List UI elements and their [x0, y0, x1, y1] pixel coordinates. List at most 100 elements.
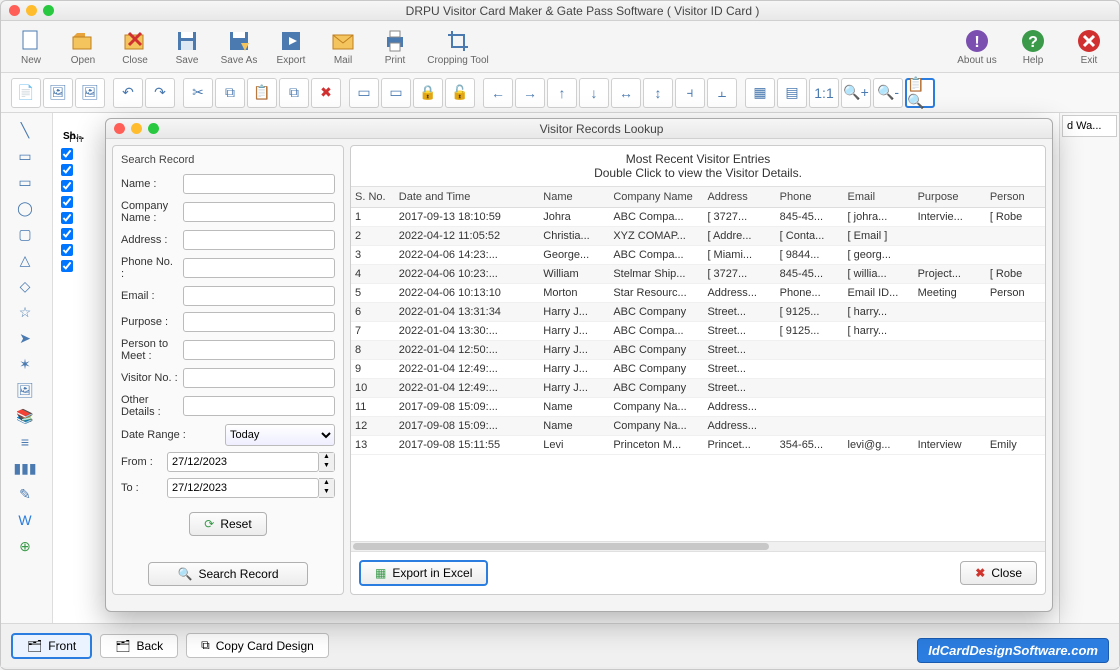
daterange-select[interactable]: Today: [225, 424, 335, 446]
send-back-icon[interactable]: ▭: [381, 78, 411, 108]
align-tool-icon[interactable]: ≡: [5, 431, 45, 453]
add-tool-icon[interactable]: ⊕: [5, 535, 45, 557]
table-row[interactable]: 52022-04-06 10:13:10MortonStar Resourc..…: [351, 284, 1045, 303]
lock-icon[interactable]: 🔒: [413, 78, 443, 108]
phone-input[interactable]: [183, 258, 335, 278]
print-button[interactable]: Print: [371, 23, 419, 71]
paste-icon[interactable]: 📋: [247, 78, 277, 108]
undo-icon[interactable]: ↶: [113, 78, 143, 108]
shape-cb-4[interactable]: [61, 196, 73, 208]
table-row[interactable]: 72022-01-04 13:30:...Harry J...ABC Compa…: [351, 322, 1045, 341]
table-row[interactable]: 122017-09-08 15:09:...NameCompany Na...A…: [351, 417, 1045, 436]
column-header[interactable]: Email: [844, 187, 914, 208]
dialog-maximize-icon[interactable]: [148, 123, 159, 134]
triangle-tool-icon[interactable]: △: [5, 249, 45, 271]
to-stepper[interactable]: ▲▼: [319, 478, 335, 498]
column-header[interactable]: S. No.: [351, 187, 395, 208]
from-date-input[interactable]: [167, 452, 319, 472]
horizontal-scrollbar[interactable]: [351, 541, 1045, 551]
table-row[interactable]: 12017-09-13 18:10:59JohraABC Compa...[ 3…: [351, 208, 1045, 227]
bring-front-icon[interactable]: ▭: [349, 78, 379, 108]
table-row[interactable]: 62022-01-04 13:31:34Harry J...ABC Compan…: [351, 303, 1045, 322]
align-center-h-icon[interactable]: ↔: [611, 78, 641, 108]
new-button[interactable]: New: [7, 23, 55, 71]
table-row[interactable]: 92022-01-04 12:49:...Harry J...ABC Compa…: [351, 360, 1045, 379]
text-tool-icon[interactable]: ▭: [5, 145, 45, 167]
close-dialog-button[interactable]: ✖Close: [960, 561, 1037, 585]
to-date-input[interactable]: [167, 478, 319, 498]
star-tool-icon[interactable]: ☆: [5, 301, 45, 323]
distribute-v-icon[interactable]: ⫠: [707, 78, 737, 108]
from-stepper[interactable]: ▲▼: [319, 452, 335, 472]
diamond-tool-icon[interactable]: ◇: [5, 275, 45, 297]
ruler-icon[interactable]: ▤: [777, 78, 807, 108]
column-header[interactable]: Name: [539, 187, 609, 208]
copy-card-button[interactable]: ⧉Copy Card Design: [186, 633, 329, 658]
purpose-input[interactable]: [183, 312, 335, 332]
column-header[interactable]: Person: [986, 187, 1045, 208]
align-right-icon[interactable]: →: [515, 78, 545, 108]
zoom-out-icon[interactable]: 🔍-: [873, 78, 903, 108]
ellipse-tool-icon[interactable]: ◯: [5, 197, 45, 219]
minimize-window-icon[interactable]: [26, 5, 37, 16]
column-header[interactable]: Address: [703, 187, 775, 208]
signature-tool-icon[interactable]: ✎: [5, 483, 45, 505]
column-header[interactable]: Phone: [776, 187, 844, 208]
table-row[interactable]: 32022-04-06 14:23:...George...ABC Compa.…: [351, 246, 1045, 265]
column-header[interactable]: Company Name: [609, 187, 703, 208]
other-input[interactable]: [183, 396, 335, 416]
align-bottom-icon[interactable]: ↓: [579, 78, 609, 108]
visitor-lookup-icon[interactable]: 📋🔍: [905, 78, 935, 108]
rounded-rect-tool-icon[interactable]: ▢: [5, 223, 45, 245]
shape-cb-2[interactable]: [61, 164, 73, 176]
mail-button[interactable]: Mail: [319, 23, 367, 71]
dialog-minimize-icon[interactable]: [131, 123, 142, 134]
shape-cb-5[interactable]: [61, 212, 73, 224]
shape-cb-1[interactable]: [61, 148, 73, 160]
shape-cb-3[interactable]: [61, 180, 73, 192]
table-row[interactable]: 102022-01-04 12:49:...Harry J...ABC Comp…: [351, 379, 1045, 398]
duplicate-icon[interactable]: ⧉: [279, 78, 309, 108]
reset-button[interactable]: ⟳Reset: [189, 512, 266, 536]
close-window-icon[interactable]: [9, 5, 20, 16]
open-button[interactable]: Open: [59, 23, 107, 71]
cut-icon[interactable]: ✂: [183, 78, 213, 108]
align-top-icon[interactable]: ↑: [547, 78, 577, 108]
document-icon[interactable]: 📄: [11, 78, 41, 108]
image-icon[interactable]: 🖼: [43, 78, 73, 108]
maximize-window-icon[interactable]: [43, 5, 54, 16]
image-tool-icon[interactable]: 🖼: [5, 379, 45, 401]
table-row[interactable]: 132017-09-08 15:11:55LeviPrinceton M...P…: [351, 436, 1045, 455]
export-excel-button[interactable]: ▦Export in Excel: [359, 560, 488, 586]
tab-back[interactable]: 🗂Back: [100, 634, 178, 658]
delete-icon[interactable]: ✖: [311, 78, 341, 108]
sidepanel-tab[interactable]: d Wa...: [1062, 115, 1117, 137]
crop-button[interactable]: Cropping Tool: [423, 23, 493, 71]
arrow-tool-icon[interactable]: ➤: [5, 327, 45, 349]
actual-size-icon[interactable]: 1:1: [809, 78, 839, 108]
save-button[interactable]: Save: [163, 23, 211, 71]
distribute-h-icon[interactable]: ⫞: [675, 78, 705, 108]
shape-cb-6[interactable]: [61, 228, 73, 240]
export-button[interactable]: Export: [267, 23, 315, 71]
exit-button[interactable]: Exit: [1065, 23, 1113, 71]
saveas-button[interactable]: Save As: [215, 23, 263, 71]
barcode-tool-icon[interactable]: ▮▮▮: [5, 457, 45, 479]
zoom-in-icon[interactable]: 🔍+: [841, 78, 871, 108]
tab-front[interactable]: 🗂Front: [11, 633, 92, 659]
company-input[interactable]: [183, 202, 335, 222]
column-header[interactable]: Purpose: [914, 187, 986, 208]
visitorno-input[interactable]: [183, 368, 335, 388]
unlock-icon[interactable]: 🔓: [445, 78, 475, 108]
email-input[interactable]: [183, 286, 335, 306]
table-row[interactable]: 112017-09-08 15:09:...NameCompany Na...A…: [351, 398, 1045, 417]
address-input[interactable]: [183, 230, 335, 250]
burst-tool-icon[interactable]: ✶: [5, 353, 45, 375]
table-row[interactable]: 22022-04-12 11:05:52Christia...XYZ COMAP…: [351, 227, 1045, 246]
align-center-v-icon[interactable]: ↕: [643, 78, 673, 108]
table-row[interactable]: 42022-04-06 10:23:...WilliamStelmar Ship…: [351, 265, 1045, 284]
image-add-icon[interactable]: 🖼: [75, 78, 105, 108]
person-input[interactable]: [183, 340, 335, 360]
shape-cb-7[interactable]: [61, 244, 73, 256]
results-table-wrap[interactable]: S. No.Date and TimeNameCompany NameAddre…: [351, 187, 1045, 541]
